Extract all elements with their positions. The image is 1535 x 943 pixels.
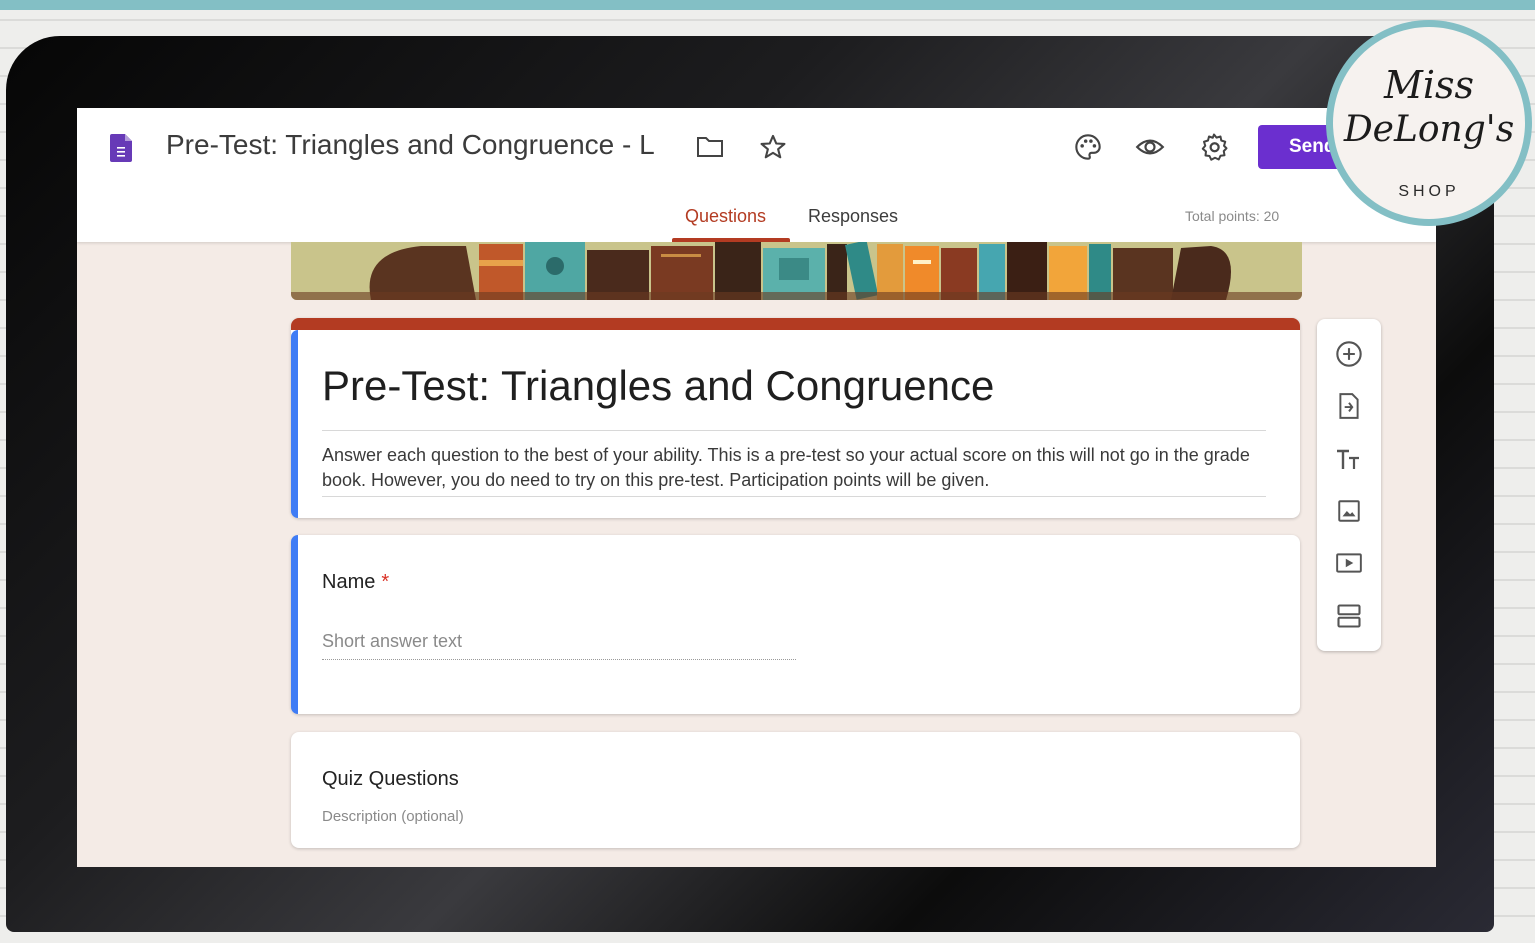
active-card-accent [291, 535, 298, 714]
preview-icon[interactable] [1135, 132, 1165, 162]
import-questions-icon[interactable] [1334, 391, 1364, 421]
document-title[interactable]: Pre-Test: Triangles and Congruence - L [166, 129, 681, 161]
short-answer-placeholder: Short answer text [322, 631, 463, 651]
top-teal-strip [0, 0, 1535, 10]
shop-logo-badge: Miss DeLong's SHOP [1326, 20, 1532, 226]
add-video-icon[interactable] [1334, 548, 1364, 578]
palette-icon[interactable] [1073, 132, 1103, 162]
question-label: Name [322, 571, 376, 593]
badge-line-shop: SHOP [1398, 183, 1460, 200]
folder-icon[interactable] [695, 132, 725, 162]
short-answer-underline [322, 659, 796, 660]
section-card[interactable]: Quiz Questions Description (optional) [291, 732, 1300, 848]
google-forms-icon[interactable] [110, 134, 132, 162]
form-title[interactable]: Pre-Test: Triangles and Congruence [322, 362, 994, 410]
total-points: Total points: 20 [1185, 208, 1280, 224]
description-underline [322, 496, 1266, 497]
badge-inner: Miss DeLong's SHOP [1333, 27, 1525, 219]
section-description[interactable]: Description (optional) [322, 808, 464, 825]
tab-responses[interactable]: Responses [808, 206, 898, 227]
tab-questions[interactable]: Questions [685, 206, 766, 227]
header-image [291, 242, 1302, 300]
badge-line-delongs: DeLong's [1343, 109, 1515, 150]
required-asterisk: * [381, 571, 390, 593]
question-title[interactable]: Name * [322, 571, 389, 594]
settings-icon[interactable] [1199, 132, 1229, 162]
badge-line-miss: Miss [1383, 63, 1475, 107]
active-card-accent [291, 330, 298, 518]
floating-toolbar [1317, 319, 1381, 651]
add-question-icon[interactable] [1334, 339, 1364, 369]
title-underline [322, 430, 1266, 431]
question-card[interactable]: Name * Short answer text [291, 535, 1300, 714]
add-title-icon[interactable] [1334, 444, 1364, 474]
add-image-icon[interactable] [1334, 496, 1364, 526]
form-title-card[interactable]: Pre-Test: Triangles and Congruence Answe… [291, 318, 1300, 518]
app-header: Pre-Test: Triangles and Congruence - L S… [77, 108, 1436, 242]
section-title[interactable]: Quiz Questions [322, 768, 459, 791]
add-section-icon[interactable] [1334, 601, 1364, 631]
star-icon[interactable] [758, 132, 788, 162]
tablet-screen: Pre-Test: Triangles and Congruence - L S… [77, 108, 1436, 867]
form-description[interactable]: Answer each question to the best of your… [322, 443, 1266, 493]
